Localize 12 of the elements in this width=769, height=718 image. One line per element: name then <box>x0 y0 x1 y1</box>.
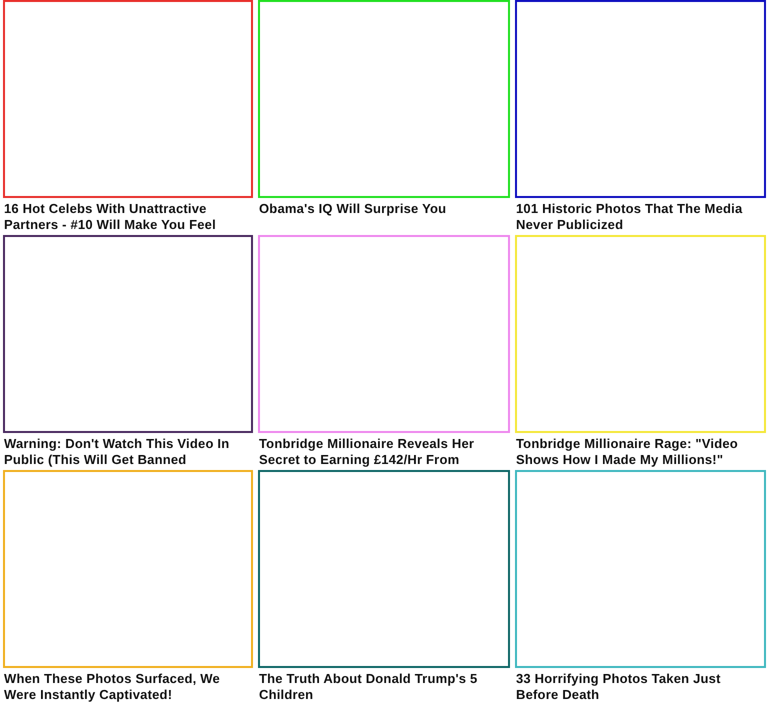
image-frame[interactable] <box>515 0 766 198</box>
article-title-link[interactable]: 101 Historic Photos That The Media Never Publicized <box>515 201 766 233</box>
article-title-link[interactable]: 33 Horrifying Photos Taken Just Before Death <box>515 671 766 703</box>
article-title-link[interactable]: Tonbridge Millionaire Rage: "Video Shows How I Made My Millions!" <box>515 436 766 468</box>
article-title-link[interactable]: Obama's IQ Will Surprise You <box>258 201 510 217</box>
article-title-link[interactable]: 16 Hot Celebs With Unattractive Partners - #10 Will Make You Feel <box>3 201 253 233</box>
article-title-link[interactable]: Warning: Don't Watch This Video In Public (This Will Get Banned <box>3 436 253 468</box>
article-title-link[interactable]: When These Photos Surfaced, We Were Instantly Captivated! <box>3 671 253 703</box>
image-frame[interactable] <box>258 470 510 668</box>
article-title-link[interactable]: The Truth About Donald Trump's 5 Children <box>258 671 510 703</box>
image-frame[interactable] <box>3 235 253 433</box>
article-title-link[interactable]: Tonbridge Millionaire Reveals Her Secret to Earning £142/Hr From <box>258 436 510 468</box>
